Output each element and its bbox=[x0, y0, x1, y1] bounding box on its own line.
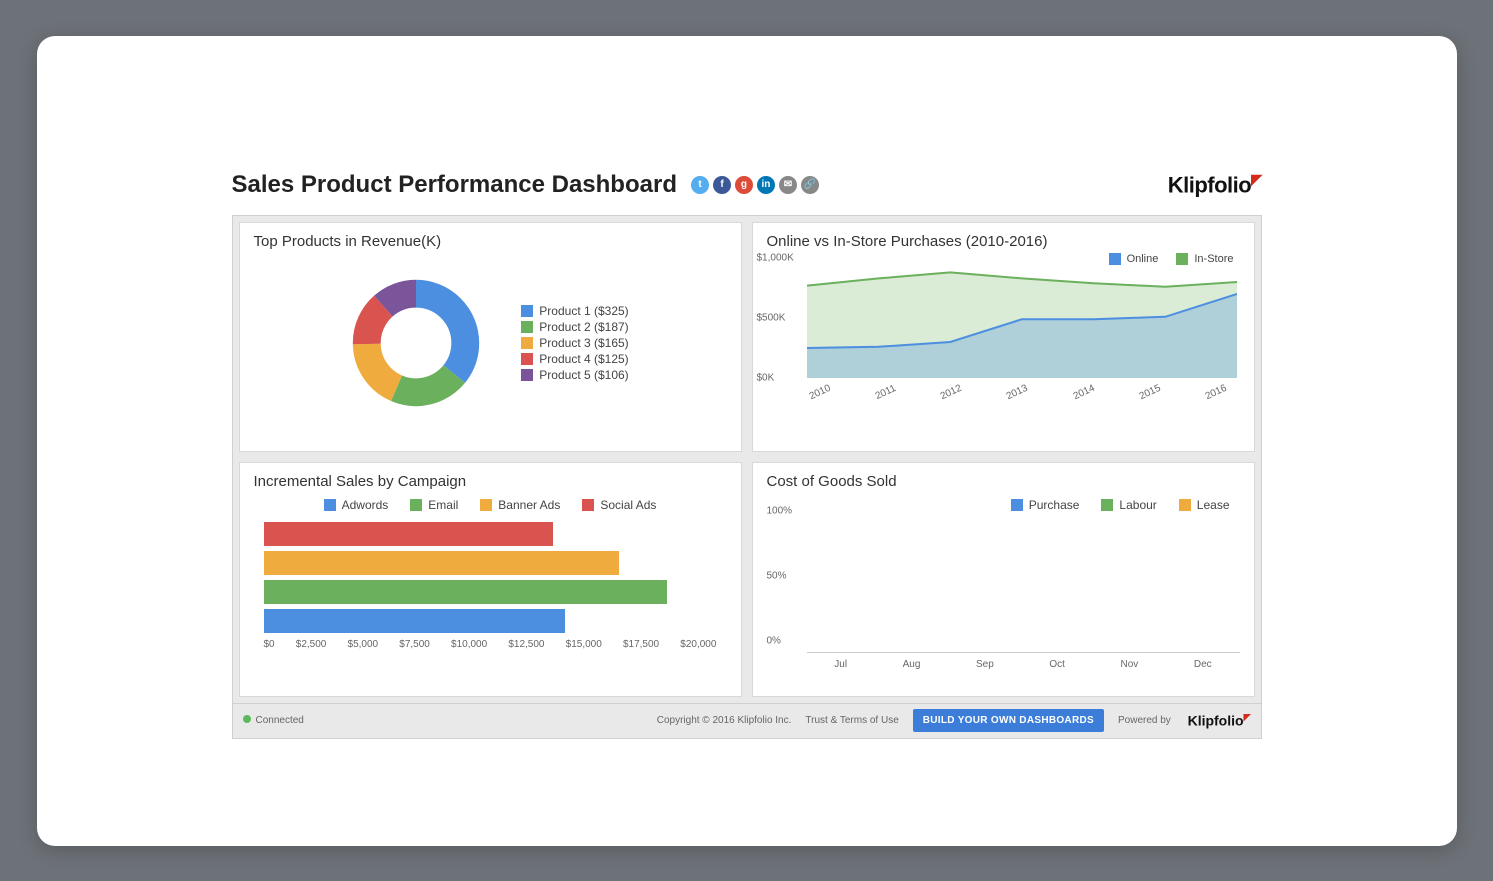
legend-item: Product 4 ($125) bbox=[521, 352, 628, 366]
bar-banner-ads bbox=[264, 551, 717, 575]
legend-item: Banner Ads bbox=[480, 498, 560, 512]
x-tick: Jul bbox=[834, 659, 847, 670]
status-dot-icon bbox=[243, 715, 251, 723]
donut-legend: Product 1 ($325) Product 2 ($187) Product … bbox=[521, 302, 628, 384]
donut-graphic bbox=[351, 278, 481, 408]
page-title: Sales Product Performance Dashboard bbox=[232, 171, 677, 199]
legend-item: Product 1 ($325) bbox=[521, 304, 628, 318]
legend-item: Product 2 ($187) bbox=[521, 320, 628, 334]
link-icon[interactable]: 🔗 bbox=[801, 176, 819, 194]
panel-incremental-sales: Incremental Sales by Campaign Adwords Ema… bbox=[239, 462, 742, 697]
facebook-icon[interactable]: f bbox=[713, 176, 731, 194]
hbar-chart: $0 $2,500 $5,000 $7,500 $10,000 $12,500 $15,00… bbox=[264, 522, 717, 650]
legend-item: Purchase bbox=[1011, 498, 1080, 512]
title-group: Sales Product Performance Dashboard t f … bbox=[232, 171, 819, 199]
panel-title: Incremental Sales by Campaign bbox=[254, 473, 727, 490]
legend-item: Labour bbox=[1101, 498, 1156, 512]
hbar-legend: Adwords Email Banner Ads Social Ads bbox=[254, 498, 727, 512]
copyright: Copyright © 2016 Klipfolio Inc. bbox=[657, 715, 792, 726]
x-tick: Dec bbox=[1194, 659, 1212, 670]
panel-grid: Top Products in Revenue(K) Product 1 ($3… bbox=[232, 215, 1262, 704]
stack-legend: Purchase Labour Lease bbox=[767, 498, 1240, 512]
x-tick: $17,500 bbox=[623, 639, 659, 650]
y-tick: 100% bbox=[767, 505, 793, 516]
stack-chart: 0%50%100% bbox=[807, 522, 1240, 653]
twitter-icon[interactable]: t bbox=[691, 176, 709, 194]
x-tick: $5,000 bbox=[348, 639, 379, 650]
area-chart: $0K$500K$1,000K 201020112012201320142015… bbox=[807, 258, 1230, 413]
y-tick: $0K bbox=[757, 372, 775, 383]
y-tick: 50% bbox=[767, 570, 787, 581]
header: Sales Product Performance Dashboard t f … bbox=[232, 171, 1262, 199]
x-tick: 2011 bbox=[873, 382, 897, 401]
share-icons: t f g in ✉ 🔗 bbox=[691, 176, 819, 194]
legend-item: Product 3 ($165) bbox=[521, 336, 628, 350]
panel-top-products: Top Products in Revenue(K) Product 1 ($3… bbox=[239, 222, 742, 452]
legend-item: Lease bbox=[1179, 498, 1230, 512]
email-icon[interactable]: ✉ bbox=[779, 176, 797, 194]
dashboard: Sales Product Performance Dashboard t f … bbox=[232, 171, 1262, 739]
x-tick: $15,000 bbox=[566, 639, 602, 650]
brand-logo: Klipfolio◤ bbox=[1168, 171, 1262, 198]
x-tick: Nov bbox=[1120, 659, 1138, 670]
linkedin-icon[interactable]: in bbox=[757, 176, 775, 194]
powered-by-label: Powered by bbox=[1118, 715, 1174, 726]
connection-status: Connected bbox=[243, 715, 304, 726]
legend-item: Product 5 ($106) bbox=[521, 368, 628, 382]
panel-online-vs-instore: Online vs In-Store Purchases (2010-2016)… bbox=[752, 222, 1255, 452]
y-tick: $1,000K bbox=[757, 252, 794, 263]
x-tick: $2,500 bbox=[296, 639, 327, 650]
x-tick: 2014 bbox=[1071, 382, 1096, 401]
build-dashboards-button[interactable]: BUILD YOUR OWN DASHBOARDS bbox=[913, 709, 1104, 732]
panel-title: Cost of Goods Sold bbox=[767, 473, 1240, 490]
footer: Connected Copyright © 2016 Klipfolio Inc… bbox=[232, 704, 1262, 739]
legend-item: Adwords bbox=[324, 498, 389, 512]
googleplus-icon[interactable]: g bbox=[735, 176, 753, 194]
x-tick: Aug bbox=[903, 659, 921, 670]
bar-social-ads bbox=[264, 522, 717, 546]
y-tick: 0% bbox=[767, 635, 781, 646]
app-frame: Sales Product Performance Dashboard t f … bbox=[37, 36, 1457, 846]
x-tick: 2016 bbox=[1204, 382, 1229, 401]
x-tick: $20,000 bbox=[680, 639, 716, 650]
y-tick: $500K bbox=[757, 312, 786, 323]
x-tick: Oct bbox=[1049, 659, 1065, 670]
x-tick: 2010 bbox=[807, 382, 832, 401]
panel-cogs: Cost of Goods Sold Purchase Labour Lease 0… bbox=[752, 462, 1255, 697]
x-tick: 2015 bbox=[1138, 382, 1163, 401]
brand-logo-small: Klipfolio◤ bbox=[1188, 712, 1251, 729]
donut-chart: Product 1 ($325) Product 2 ($187) Product … bbox=[254, 258, 727, 428]
panel-title: Top Products in Revenue(K) bbox=[254, 233, 727, 250]
x-tick: $0 bbox=[264, 639, 275, 650]
legend-item: Email bbox=[410, 498, 458, 512]
bar-adwords bbox=[264, 609, 717, 633]
x-tick: $10,000 bbox=[451, 639, 487, 650]
x-tick: $7,500 bbox=[399, 639, 430, 650]
x-tick: 2013 bbox=[1005, 382, 1030, 401]
bar-email bbox=[264, 580, 717, 604]
panel-title: Online vs In-Store Purchases (2010-2016) bbox=[767, 233, 1240, 250]
x-tick: Sep bbox=[976, 659, 994, 670]
x-tick: $12,500 bbox=[508, 639, 544, 650]
terms-link[interactable]: Trust & Terms of Use bbox=[805, 715, 898, 726]
x-tick: 2012 bbox=[939, 382, 964, 401]
legend-item: Social Ads bbox=[582, 498, 656, 512]
